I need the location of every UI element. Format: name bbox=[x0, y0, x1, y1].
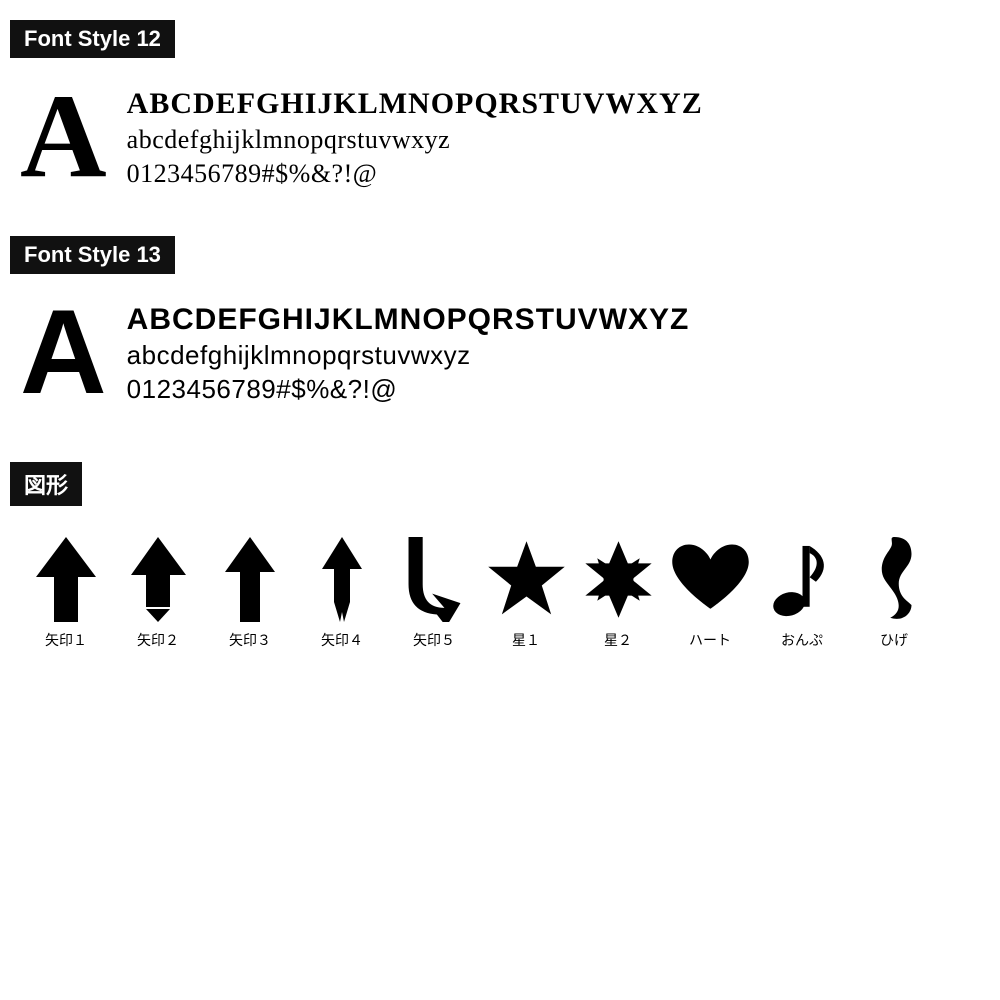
shape-arrow1: 矢印１ bbox=[20, 534, 112, 650]
font-12-lowercase: abcdefghijklmnopqrstuvwxyz bbox=[127, 123, 703, 157]
heart-icon bbox=[668, 534, 753, 624]
arrow3-label: 矢印３ bbox=[229, 630, 271, 650]
font-13-numbers: 0123456789#$%&?!@ bbox=[127, 373, 690, 407]
page: Font Style 12 A ABCDEFGHIJKLMNOPQRSTUVWX… bbox=[0, 0, 1000, 670]
arrow5-label: 矢印５ bbox=[413, 630, 455, 650]
arrow4-label: 矢印４ bbox=[321, 630, 363, 650]
shape-arrow3: 矢印３ bbox=[204, 534, 296, 650]
shapes-section: 図形 矢印１ 矢印２ bbox=[10, 462, 990, 650]
font-13-char-lines: ABCDEFGHIJKLMNOPQRSTUVWXYZ abcdefghijklm… bbox=[127, 292, 690, 407]
font-13-lowercase: abcdefghijklmnopqrstuvwxyz bbox=[127, 339, 690, 373]
star2-label: 星２ bbox=[604, 630, 632, 650]
arrow1-label: 矢印１ bbox=[45, 630, 87, 650]
arrow4-icon bbox=[322, 534, 362, 624]
font-style-13-section: Font Style 13 A ABCDEFGHIJKLMNOPQRSTUVWX… bbox=[10, 236, 990, 412]
arrow1-icon bbox=[36, 534, 96, 624]
font-12-demo: A ABCDEFGHIJKLMNOPQRSTUVWXYZ abcdefghijk… bbox=[10, 76, 990, 196]
font-12-big-letter: A bbox=[20, 76, 107, 196]
heart-label: ハート bbox=[689, 630, 731, 650]
arrow2-label: 矢印２ bbox=[137, 630, 179, 650]
font-13-uppercase: ABCDEFGHIJKLMNOPQRSTUVWXYZ bbox=[127, 300, 690, 339]
shape-heart: ハート bbox=[664, 534, 756, 650]
star2-icon bbox=[576, 534, 661, 624]
shape-star1: 星１ bbox=[480, 534, 572, 650]
font-style-13-label: Font Style 13 bbox=[10, 236, 990, 292]
arrow2-icon bbox=[131, 534, 186, 624]
shape-mustache: ひげ bbox=[848, 534, 940, 650]
font-12-char-lines: ABCDEFGHIJKLMNOPQRSTUVWXYZ abcdefghijklm… bbox=[127, 76, 703, 191]
music-label: おんぷ bbox=[781, 630, 823, 650]
shape-arrow5: 矢印５ bbox=[388, 534, 480, 650]
font-style-12-section: Font Style 12 A ABCDEFGHIJKLMNOPQRSTUVWX… bbox=[10, 20, 990, 196]
star1-label: 星１ bbox=[512, 630, 540, 650]
font-12-uppercase: ABCDEFGHIJKLMNOPQRSTUVWXYZ bbox=[127, 84, 703, 123]
shape-arrow4: 矢印４ bbox=[296, 534, 388, 650]
shape-star2: 星２ bbox=[572, 534, 664, 650]
shapes-grid: 矢印１ 矢印２ 矢印３ bbox=[10, 524, 990, 650]
arrow5-icon bbox=[407, 534, 462, 624]
font-style-12-label: Font Style 12 bbox=[10, 20, 990, 76]
font-12-numbers: 0123456789#$%&?!@ bbox=[127, 157, 703, 191]
shapes-label: 図形 bbox=[10, 462, 990, 524]
shape-arrow2: 矢印２ bbox=[112, 534, 204, 650]
mustache-icon bbox=[872, 534, 917, 624]
font-13-big-letter: A bbox=[20, 292, 107, 412]
star1-icon bbox=[484, 534, 569, 624]
font-13-demo: A ABCDEFGHIJKLMNOPQRSTUVWXYZ abcdefghijk… bbox=[10, 292, 990, 412]
mustache-label: ひげ bbox=[880, 630, 908, 650]
music-icon bbox=[770, 534, 835, 624]
arrow3-icon bbox=[225, 534, 275, 624]
shape-music: おんぷ bbox=[756, 534, 848, 650]
